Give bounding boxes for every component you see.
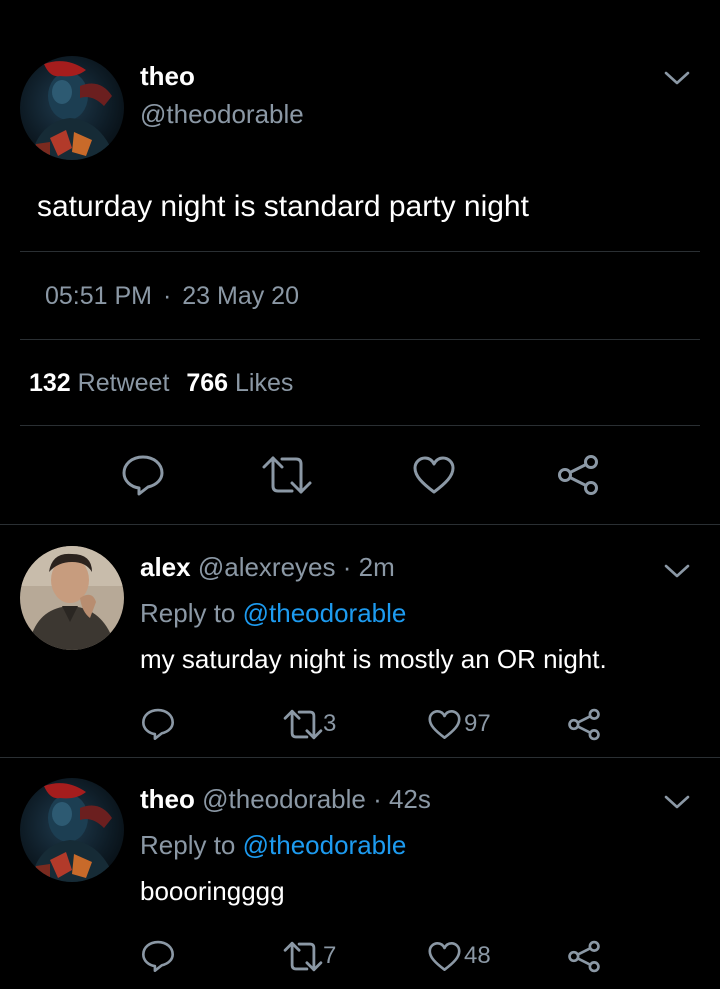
- reply-context: Reply to @theodorable: [140, 598, 406, 629]
- tweet-time: 05:51 PM: [45, 282, 153, 310]
- reply-to-handle[interactable]: @theodorable: [243, 830, 407, 860]
- reply-author-handle[interactable]: @theodorable: [202, 784, 366, 814]
- divider: [0, 757, 720, 758]
- retweet-count: 3: [323, 710, 337, 737]
- retweet-count: 132: [29, 369, 71, 397]
- chevron-down-icon[interactable]: [662, 561, 692, 581]
- reply-icon[interactable]: [120, 453, 166, 497]
- reply-context: Reply to @theodorable: [140, 830, 406, 861]
- divider: [0, 524, 720, 525]
- retweet-label: Retweet: [77, 369, 170, 397]
- like-count: 48: [464, 942, 491, 969]
- retweet-count: 7: [323, 942, 337, 969]
- reply-author-name[interactable]: theo: [140, 784, 195, 814]
- reply-author-name[interactable]: alex: [140, 552, 191, 582]
- like-icon[interactable]: [412, 455, 456, 495]
- tweet-text: saturday night is standard party night: [37, 190, 529, 223]
- like-icon: [428, 942, 461, 971]
- tweet-timestamp[interactable]: 05:51 PM · 23 May 20: [45, 282, 299, 311]
- retweet-icon[interactable]: [260, 454, 314, 496]
- retweet-icon: [283, 941, 323, 972]
- reply-icon[interactable]: [140, 707, 176, 741]
- likes-label: Likes: [235, 369, 294, 397]
- reply-time: · 2m: [342, 552, 395, 582]
- avatar-alex[interactable]: [20, 546, 124, 650]
- reply-header: alex @alexreyes · 2m: [140, 552, 395, 583]
- divider: [20, 425, 700, 426]
- likes-stat[interactable]: 766 Likes: [186, 369, 293, 397]
- reply-to-label: Reply to: [140, 598, 236, 628]
- reply-time: · 42s: [373, 784, 431, 814]
- likes-count: 766: [186, 369, 229, 397]
- like-count: 97: [464, 710, 491, 737]
- author-name[interactable]: theo: [140, 61, 195, 92]
- share-icon[interactable]: [566, 708, 602, 741]
- avatar-theo[interactable]: [20, 778, 124, 882]
- reply-text: my saturday night is mostly an OR night.: [140, 644, 607, 674]
- retweet-icon: [283, 709, 323, 740]
- divider: [20, 251, 700, 252]
- retweet-stat[interactable]: 132 Retweet: [29, 369, 176, 397]
- author-handle[interactable]: @theodorable: [140, 99, 304, 130]
- reply-to-label: Reply to: [140, 830, 236, 860]
- reply-author-handle[interactable]: @alexreyes: [198, 552, 336, 582]
- like-icon: [428, 710, 461, 739]
- reply-header: theo @theodorable · 42s: [140, 784, 431, 815]
- reply-text: boooringggg: [140, 876, 285, 906]
- reply-to-handle[interactable]: @theodorable: [243, 598, 407, 628]
- timestamp-separator: ·: [162, 282, 172, 310]
- share-icon[interactable]: [566, 940, 602, 973]
- reply-icon[interactable]: [140, 939, 176, 973]
- engagement-stats: 132 Retweet 766 Likes: [29, 369, 293, 398]
- share-icon[interactable]: [555, 454, 601, 496]
- chevron-down-icon[interactable]: [662, 68, 692, 88]
- chevron-down-icon[interactable]: [662, 792, 692, 812]
- tweet-date: 23 May 20: [182, 282, 299, 310]
- divider: [20, 339, 700, 340]
- avatar-theo[interactable]: [20, 56, 124, 160]
